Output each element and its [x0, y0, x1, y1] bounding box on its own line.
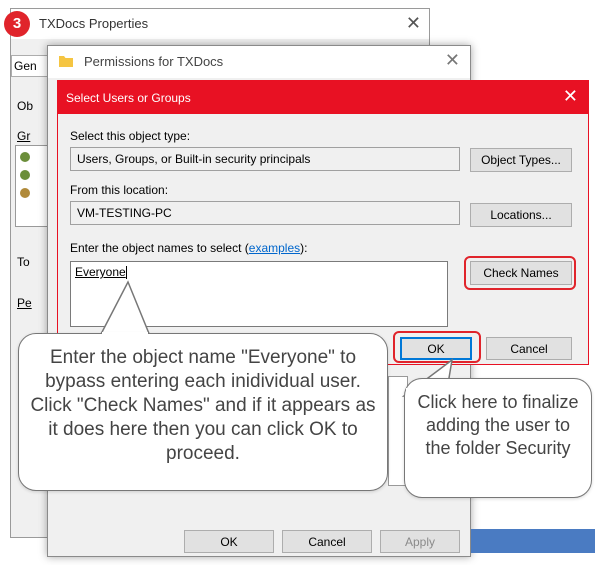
locations-button[interactable]: Locations...: [470, 203, 572, 227]
check-names-highlight: [464, 256, 576, 290]
properties-title-bar: TXDocs Properties ✕: [11, 9, 429, 39]
user-icon: [20, 188, 30, 198]
cancel-button[interactable]: Cancel: [282, 530, 372, 553]
ok-button[interactable]: OK: [184, 530, 274, 553]
left-callout-text: Enter the object name "Everyone" to bypa…: [30, 347, 376, 464]
apply-button[interactable]: Apply: [380, 530, 460, 553]
close-icon[interactable]: ✕: [563, 86, 578, 107]
select-users-title-bar: Select Users or Groups ✕: [58, 81, 588, 114]
ok-highlight: [393, 331, 481, 363]
properties-title: TXDocs Properties: [39, 16, 149, 31]
examples-link[interactable]: examples: [249, 241, 300, 255]
user-icon: [20, 152, 30, 162]
groups-stub: Gr: [17, 129, 31, 143]
close-icon[interactable]: ✕: [445, 50, 460, 71]
pointer-joint: [102, 332, 148, 336]
left-callout: Enter the object name "Everyone" to bypa…: [18, 333, 388, 491]
ok-label: OK: [220, 534, 238, 549]
folder-icon: [59, 56, 73, 67]
location-value: VM-TESTING-PC: [77, 206, 172, 220]
object-names-input[interactable]: Everyone: [70, 261, 448, 327]
object-type-field: Users, Groups, or Built-in security prin…: [70, 147, 460, 171]
apply-label: Apply: [404, 534, 436, 549]
enter-names-suffix: ):: [300, 241, 308, 255]
permissions-stub: Pe: [17, 296, 32, 310]
dialog-cancel-label: Cancel: [510, 341, 548, 356]
right-callout: Click here to finalize adding the user t…: [404, 378, 592, 498]
object-name-stub: Ob: [17, 99, 34, 113]
location-label: From this location:: [70, 183, 169, 197]
object-type-value: Users, Groups, or Built-in security prin…: [77, 152, 311, 166]
enter-names-text: Enter the object names to select (: [70, 241, 249, 255]
to-change-stub: To: [17, 255, 30, 269]
right-callout-text: Click here to finalize adding the user t…: [417, 392, 579, 458]
permissions-title-bar: Permissions for TXDocs ✕: [48, 46, 470, 78]
object-type-label: Select this object type:: [70, 129, 191, 143]
dialog-cancel-button[interactable]: Cancel: [486, 337, 572, 360]
permissions-title: Permissions for TXDocs: [84, 54, 224, 69]
locations-label: Locations...: [490, 208, 552, 222]
step-badge: 3: [4, 11, 30, 37]
user-icon: [20, 170, 30, 180]
groups-list-stub: [15, 145, 51, 227]
object-types-label: Object Types...: [481, 153, 561, 167]
text-cursor: [125, 266, 127, 280]
names-value: Everyone: [75, 265, 126, 279]
cancel-label: Cancel: [308, 534, 346, 549]
select-users-title: Select Users or Groups: [66, 91, 191, 105]
select-users-dialog: Select Users or Groups ✕ Select this obj…: [57, 80, 589, 365]
object-types-button[interactable]: Object Types...: [470, 148, 572, 172]
tab-general-label: Gen: [14, 59, 37, 73]
pointer-joint: [406, 388, 446, 392]
close-icon[interactable]: ✕: [406, 13, 421, 34]
location-field: VM-TESTING-PC: [70, 201, 460, 225]
taskbar-strip: [471, 529, 595, 553]
tab-general[interactable]: Gen: [11, 55, 49, 77]
enter-names-label: Enter the object names to select (exampl…: [70, 241, 307, 255]
